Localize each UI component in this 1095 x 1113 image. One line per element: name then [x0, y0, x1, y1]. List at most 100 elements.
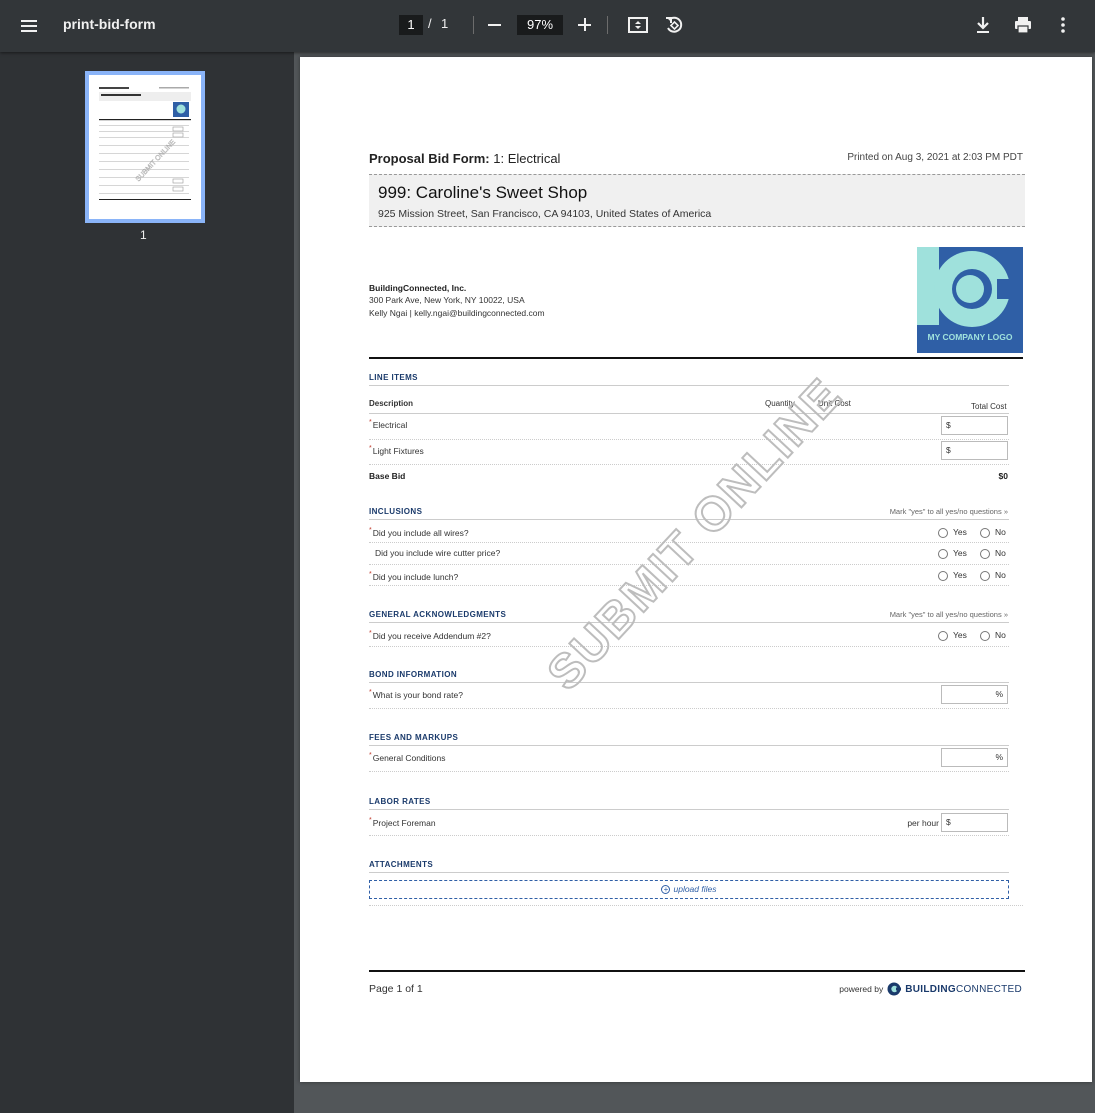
row-divider — [369, 708, 1009, 709]
page-total: 1 — [441, 16, 449, 31]
zoom-in-icon[interactable] — [577, 17, 593, 33]
yes-radio[interactable]: Yes — [938, 527, 967, 538]
upload-files-button[interactable]: + upload files — [369, 880, 1009, 899]
col-unit-cost: Unit Cost — [818, 399, 851, 408]
foreman-rate-input[interactable]: $ — [941, 813, 1008, 832]
footer-divider — [369, 970, 1025, 972]
bond-heading: BOND INFORMATION — [369, 670, 458, 679]
menu-icon[interactable] — [14, 12, 44, 40]
thumbnail-preview: SUBMIT ONLINE — [99, 87, 191, 200]
bond-rate-input[interactable]: % — [941, 685, 1008, 704]
project-address: 925 Mission Street, San Francisco, CA 94… — [378, 208, 712, 220]
no-radio[interactable]: No — [980, 548, 1006, 559]
section-divider — [369, 809, 1009, 810]
row-divider — [369, 771, 1009, 772]
zoom-out-icon[interactable] — [488, 24, 501, 26]
col-description: Description — [369, 399, 414, 408]
page-separator: / — [428, 16, 432, 31]
question-label: Did you include wire cutter price? — [375, 548, 501, 558]
section-divider — [369, 682, 1009, 683]
required-marker: * — [369, 445, 372, 452]
logo-text: MY COMPANY LOGO — [927, 332, 1013, 342]
company-name: BuildingConnected, Inc. — [369, 283, 467, 293]
question-label: *General Conditions — [369, 752, 446, 763]
add-icon: + — [661, 885, 671, 895]
toolbar-divider — [473, 16, 474, 34]
required-marker: * — [369, 571, 372, 578]
required-marker: * — [369, 419, 372, 426]
electrical-total-input[interactable]: $ — [941, 416, 1008, 435]
pdf-page: Proposal Bid Form: 1: Electrical Printed… — [300, 57, 1092, 1082]
mark-all-yes-link[interactable]: Mark "yes" to all yes/no questions » — [890, 507, 1008, 516]
document-title: print-bid-form — [63, 16, 156, 32]
project-header: 999: Caroline's Sweet Shop 925 Mission S… — [369, 174, 1025, 227]
page-thumbnail[interactable]: SUBMIT ONLINE — [85, 71, 205, 223]
yes-radio[interactable]: Yes — [938, 548, 967, 559]
mark-all-yes-link[interactable]: Mark "yes" to all yes/no questions » — [890, 610, 1008, 619]
per-hour-label: per hour — [907, 818, 939, 828]
col-quantity: Quantity — [765, 399, 795, 408]
thumbnail-page-number: 1 — [140, 228, 147, 242]
fees-heading: FEES AND MARKUPS — [369, 733, 459, 742]
row-divider — [369, 464, 1009, 465]
question-label: *Project Foreman — [369, 817, 436, 828]
yes-radio[interactable]: Yes — [938, 630, 967, 641]
row-divider — [369, 439, 1009, 440]
section-divider — [369, 385, 1009, 386]
no-radio[interactable]: No — [980, 630, 1006, 641]
powered-by: powered by BUILDINGCONNECTED — [839, 982, 1022, 996]
labor-heading: LABOR RATES — [369, 797, 431, 806]
no-radio[interactable]: No — [980, 527, 1006, 538]
company-contact: Kelly Ngai | kelly.ngai@buildingconnecte… — [369, 308, 545, 318]
attachments-heading: ATTACHMENTS — [369, 860, 434, 869]
no-radio[interactable]: No — [980, 570, 1006, 581]
buildingconnected-brand: BUILDINGCONNECTED — [905, 983, 1022, 995]
printed-timestamp: Printed on Aug 3, 2021 at 2:03 PM PDT — [847, 152, 1023, 163]
base-bid-label: Base Bid — [369, 471, 406, 481]
question-label: *Did you receive Addendum #2? — [369, 630, 491, 641]
row-divider — [369, 835, 1009, 836]
row-divider — [369, 905, 1023, 906]
question-label: *Did you include all wires? — [369, 527, 469, 538]
light-fixtures-total-input[interactable]: $ — [941, 441, 1008, 460]
company-address: 300 Park Ave, New York, NY 10022, USA — [369, 295, 525, 305]
form-title-rest: 1: Electrical — [493, 151, 561, 166]
inclusions-heading: INCLUSIONS — [369, 507, 423, 516]
section-divider — [369, 745, 1009, 746]
line-item-label: *Light Fixtures — [369, 445, 424, 456]
required-marker: * — [369, 527, 372, 534]
question-label: *What is your bond rate? — [369, 689, 463, 700]
print-icon[interactable] — [1012, 14, 1034, 36]
table-header-divider — [369, 413, 1009, 414]
general-conditions-input[interactable]: % — [941, 748, 1008, 767]
acknowledgments-heading: GENERAL ACKNOWLEDGMENTS — [369, 610, 507, 619]
fit-page-icon[interactable] — [627, 14, 649, 36]
buildingconnected-logo-icon — [887, 982, 902, 996]
required-marker: * — [369, 817, 372, 824]
pdf-toolbar: print-bid-form 1 / 1 97% — [0, 0, 1095, 52]
form-title-bold: Proposal Bid Form: — [369, 151, 490, 166]
section-divider — [369, 622, 1009, 623]
required-marker: * — [369, 752, 372, 759]
row-divider — [369, 585, 1009, 586]
company-logo: MY COMPANY LOGO — [917, 247, 1023, 353]
more-options-icon[interactable] — [1052, 14, 1074, 36]
base-bid-value: $0 — [998, 471, 1008, 481]
line-item-label: *Electrical — [369, 419, 408, 430]
header-divider — [369, 357, 1023, 359]
yes-radio[interactable]: Yes — [938, 570, 967, 581]
zoom-level-input[interactable]: 97% — [517, 15, 563, 35]
row-divider — [369, 542, 1009, 543]
col-total-cost: Total Cost — [971, 402, 1007, 411]
powered-by-label: powered by — [839, 984, 884, 994]
page-footer-number: Page 1 of 1 — [369, 983, 423, 995]
section-divider — [369, 872, 1009, 873]
section-divider — [369, 519, 1009, 520]
row-divider — [369, 564, 1009, 565]
required-marker: * — [369, 630, 372, 637]
page-number-input[interactable]: 1 — [399, 15, 423, 35]
form-title: Proposal Bid Form: 1: Electrical — [369, 151, 560, 166]
line-items-heading: LINE ITEMS — [369, 373, 418, 382]
rotate-icon[interactable] — [663, 14, 685, 36]
download-icon[interactable] — [972, 14, 994, 36]
